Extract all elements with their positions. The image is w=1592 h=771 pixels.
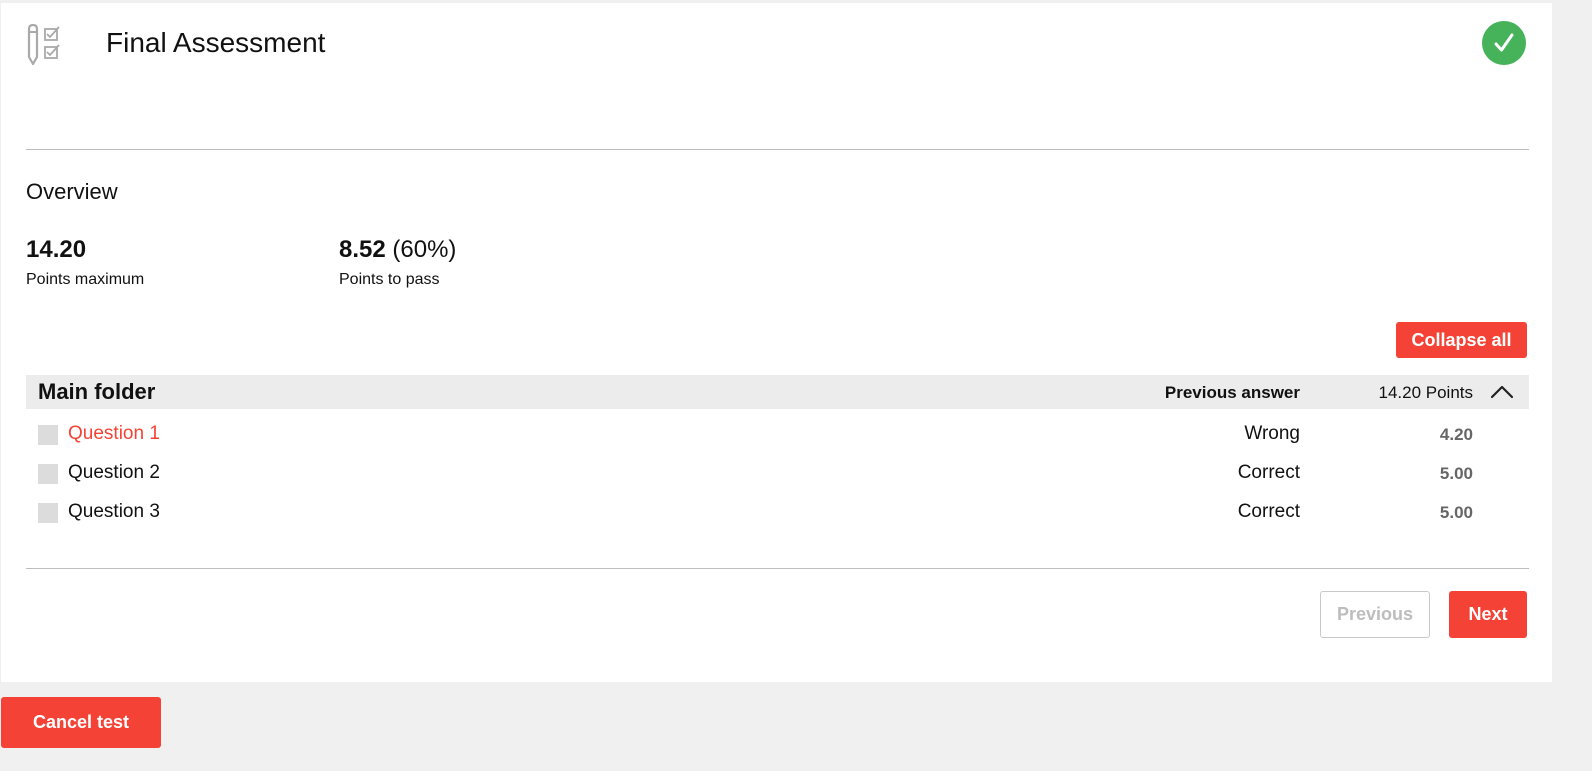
question-title[interactable]: Question 2 xyxy=(68,462,160,484)
points-to-pass-line: 8.52 (60%) xyxy=(339,235,456,265)
question-row[interactable]: Question 3 Correct 5.00 xyxy=(26,499,1529,529)
question-checkbox[interactable] xyxy=(38,464,58,484)
points-maximum-label: Points maximum xyxy=(26,271,145,288)
points-to-pass-percent: (60%) xyxy=(392,236,457,263)
points-to-pass-value: 8.52 xyxy=(339,236,386,263)
question-result: Correct xyxy=(1237,462,1300,483)
page-title: Final Assessment xyxy=(106,27,326,58)
header-divider xyxy=(26,149,1529,150)
points-to-pass-stat: 8.52 (60%) Points to pass xyxy=(339,235,456,289)
footer-divider xyxy=(26,568,1529,569)
collapse-all-button[interactable]: Collapse all xyxy=(1396,322,1527,358)
question-checkbox[interactable] xyxy=(38,503,58,523)
cancel-test-button[interactable]: Cancel test xyxy=(1,697,161,748)
question-row[interactable]: Question 2 Correct 5.00 xyxy=(26,460,1529,490)
next-button[interactable]: Next xyxy=(1449,591,1527,638)
folder-name: Main folder xyxy=(38,379,156,404)
question-title[interactable]: Question 3 xyxy=(68,501,160,523)
points-maximum-value: 14.20 xyxy=(26,236,87,263)
previous-answer-header: Previous answer xyxy=(1164,383,1300,402)
question-row[interactable]: Question 1 Wrong 4.20 xyxy=(26,421,1529,451)
check-icon xyxy=(1494,33,1514,52)
question-result: Wrong xyxy=(1244,423,1300,444)
folder-header[interactable]: Main folder Previous answer 14.20 Points xyxy=(26,375,1529,409)
overview-title: Overview xyxy=(26,179,118,204)
chevron-up-icon[interactable] xyxy=(1489,382,1515,402)
previous-button[interactable]: Previous xyxy=(1320,591,1430,638)
question-title[interactable]: Question 1 xyxy=(68,423,160,445)
question-result: Correct xyxy=(1237,501,1300,522)
points-maximum-stat: 14.20 Points maximum xyxy=(26,235,144,289)
question-checkbox[interactable] xyxy=(38,425,58,445)
passed-status-badge xyxy=(1482,21,1526,65)
question-points: 5.00 xyxy=(1439,464,1473,483)
points-to-pass-label: Points to pass xyxy=(339,271,440,288)
question-points: 5.00 xyxy=(1439,503,1473,522)
folder-points: 14.20 Points xyxy=(1378,383,1473,402)
question-points: 4.20 xyxy=(1439,425,1473,444)
test-checklist-icon xyxy=(26,23,62,67)
assessment-card: Final Assessment Overview 14.20 Points m… xyxy=(1,3,1552,682)
